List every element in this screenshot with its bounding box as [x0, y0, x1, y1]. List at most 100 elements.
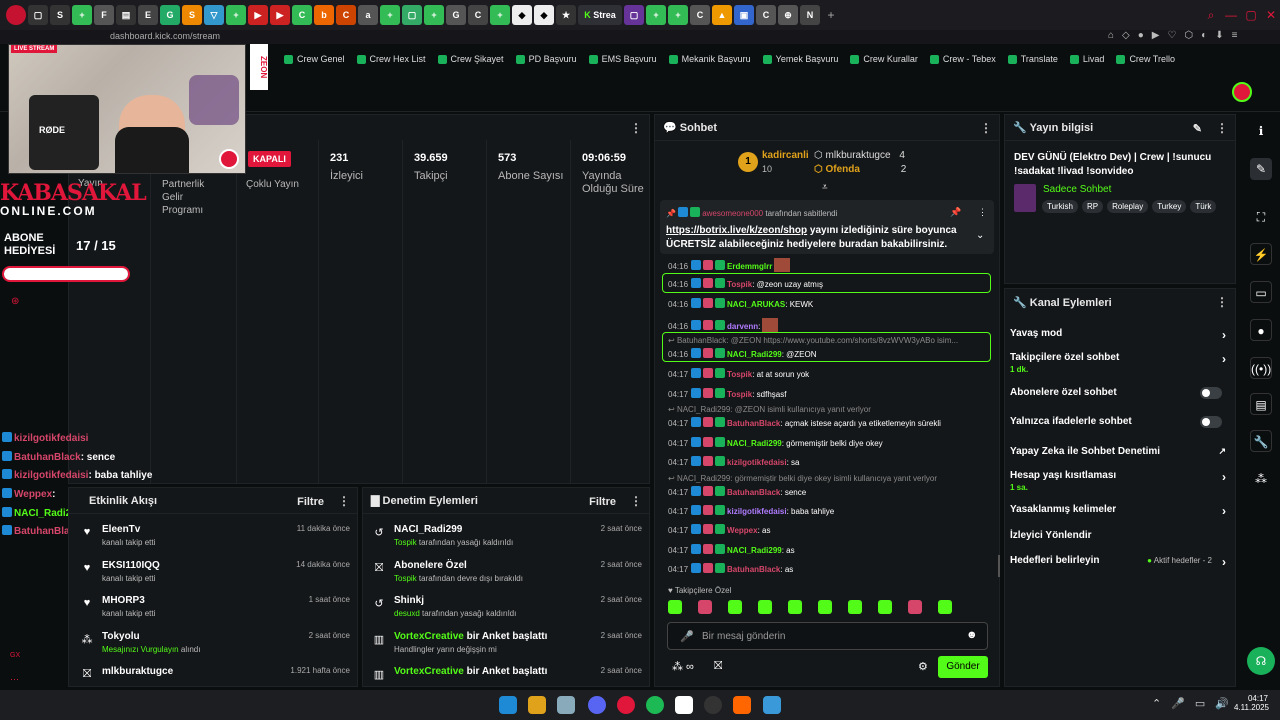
- emote-icon[interactable]: [668, 600, 682, 614]
- tab-icon[interactable]: ▢: [402, 5, 422, 25]
- clock[interactable]: 04:17 4.11.2025: [1234, 694, 1269, 712]
- top-gifter-1[interactable]: kadircanli: [762, 150, 809, 161]
- opera-logo-icon[interactable]: [6, 5, 26, 25]
- tab-icon[interactable]: ▢: [624, 5, 644, 25]
- tab-icon[interactable]: F: [94, 5, 114, 25]
- emote-bar[interactable]: [660, 600, 990, 617]
- gift-icon[interactable]: ⛝: [714, 660, 722, 673]
- channel-action-item[interactable]: Abonelere özel sohbet: [1010, 387, 1226, 399]
- reply-context[interactable]: ↩ BatuhanBlack: @ZEON https://www.youtub…: [668, 336, 958, 345]
- category-name[interactable]: Sadece Sohbet: [1043, 184, 1111, 195]
- bookmark-item[interactable]: EMS Başvuru: [588, 54, 657, 64]
- activity-menu-icon[interactable]: ⋮: [338, 494, 350, 508]
- channel-action-item[interactable]: Takipçilere özel sohbet 1 dk. ›: [1010, 352, 1226, 374]
- tab-icon[interactable]: ⊕: [778, 5, 798, 25]
- channel-action-item[interactable]: Hesap yaşı kısıtlaması 1 sa. ›: [1010, 470, 1226, 492]
- chat-username[interactable]: NACI_Radi299: [727, 350, 782, 359]
- support-icon[interactable]: ☊: [1247, 647, 1275, 675]
- edit-icon[interactable]: ✎: [1250, 158, 1272, 180]
- app-icon[interactable]: [557, 696, 575, 714]
- tab-icon[interactable]: ▽: [204, 5, 224, 25]
- tab-icon[interactable]: S: [182, 5, 202, 25]
- bookmark-item[interactable]: Crew - Tebex: [929, 54, 996, 64]
- tab-icon[interactable]: C: [292, 5, 312, 25]
- tab-icon[interactable]: E: [138, 5, 158, 25]
- close-icon[interactable]: ✕: [1262, 8, 1280, 22]
- bookmark-item[interactable]: Mekanik Başvuru: [668, 54, 751, 64]
- chat-username[interactable]: darvenn: [727, 322, 758, 331]
- stream-tag[interactable]: Türk: [1190, 200, 1217, 213]
- layout-icon[interactable]: ▤: [1250, 393, 1272, 415]
- bookmark-item[interactable]: PD Başvuru: [515, 54, 577, 64]
- emote-icon[interactable]: [908, 600, 922, 614]
- stream-info-menu-icon[interactable]: ⋮: [1216, 121, 1228, 135]
- tab-kick-stream[interactable]: K Strea: [578, 5, 622, 25]
- chat-username[interactable]: Tospik: [727, 280, 752, 289]
- channel-action-item[interactable]: Hedefleri belirleyin ● Aktif hedefler - 2…: [1010, 555, 1226, 569]
- chat-username[interactable]: BatuhanBlack: [727, 565, 780, 574]
- emote-icon[interactable]: [818, 600, 832, 614]
- chevron-down-icon[interactable]: ⌄: [976, 230, 984, 241]
- send-button[interactable]: Gönder: [938, 656, 988, 678]
- address-bar[interactable]: dashboard.kick.com/stream ⌂◇●▶♡⬡◐⬇≡: [0, 30, 1280, 44]
- stream-tag[interactable]: Turkish: [1042, 200, 1078, 213]
- tray-icons[interactable]: ⌃🎤▭🔊: [1152, 697, 1239, 710]
- chat-icon[interactable]: ●: [1250, 319, 1272, 341]
- moderation-filter-button[interactable]: Filtre: [589, 496, 616, 508]
- broadcast-icon[interactable]: ((•)): [1250, 357, 1272, 379]
- chat-username[interactable]: BatuhanBlack: [727, 419, 780, 428]
- tab-icon[interactable]: G: [446, 5, 466, 25]
- emote-icon[interactable]: [878, 600, 892, 614]
- tab-icon[interactable]: C: [690, 5, 710, 25]
- tab-icon[interactable]: +: [490, 5, 510, 25]
- expand-icon[interactable]: ⩡: [822, 182, 828, 193]
- emote-icon[interactable]: [938, 600, 952, 614]
- bookmark-item[interactable]: Livad: [1069, 54, 1104, 64]
- tab-icon[interactable]: C: [756, 5, 776, 25]
- channel-action-item[interactable]: Yalnızca ifadelerle sohbet: [1010, 416, 1226, 428]
- emote-icon[interactable]: [728, 600, 742, 614]
- bookmark-item[interactable]: Translate: [1007, 54, 1058, 64]
- tab-icon[interactable]: a: [358, 5, 378, 25]
- notepad-icon[interactable]: [763, 696, 781, 714]
- pin-icon[interactable]: 📌: [950, 207, 961, 218]
- bookmark-item[interactable]: Yemek Başvuru: [762, 54, 838, 64]
- chat-tools-icon[interactable]: ⁂ ∞: [672, 660, 694, 673]
- bookmark-item[interactable]: Crew Genel: [284, 54, 345, 64]
- settings-icon[interactable]: ⊛: [11, 296, 19, 307]
- chat-username[interactable]: Tospik: [727, 390, 752, 399]
- pinned-menu-icon[interactable]: ⋮: [978, 207, 987, 218]
- stream-tag[interactable]: Roleplay: [1107, 200, 1149, 213]
- tab-icon[interactable]: C: [336, 5, 356, 25]
- flash-icon[interactable]: ⚡: [1250, 243, 1272, 265]
- chat-scrollbar[interactable]: [998, 555, 1000, 577]
- emote-icon[interactable]: [758, 600, 772, 614]
- tab-icon[interactable]: ◆: [512, 5, 532, 25]
- chat-username[interactable]: Weppex: [727, 526, 758, 535]
- top-gifter-2[interactable]: ⬡ mlkburaktugce 4: [814, 150, 905, 161]
- tab-icon[interactable]: +: [380, 5, 400, 25]
- mic-icon[interactable]: 🎤: [680, 630, 694, 643]
- discord-icon[interactable]: [588, 696, 606, 714]
- tab-icon[interactable]: S: [50, 5, 70, 25]
- tab-icon[interactable]: +: [424, 5, 444, 25]
- chat-username[interactable]: NACI_Radi299: [727, 546, 782, 555]
- maximize-icon[interactable]: ▢: [1242, 8, 1260, 22]
- new-tab-icon[interactable]: +: [822, 8, 840, 22]
- chat-username[interactable]: Erdemmglrr: [727, 262, 772, 271]
- reply-context[interactable]: ↩ NACI_Radi299: görmemiştir belki diye o…: [668, 474, 937, 483]
- tab-icon[interactable]: +: [646, 5, 666, 25]
- search-icon[interactable]: ⌕: [1202, 8, 1220, 23]
- bookmark-item[interactable]: Crew Kurallar: [850, 54, 918, 64]
- chat-settings-icon[interactable]: ⚙: [918, 660, 928, 673]
- chat-username[interactable]: NACI_ARUKAS: [727, 300, 785, 309]
- minimize-icon[interactable]: —: [1222, 8, 1240, 22]
- url-text[interactable]: dashboard.kick.com/stream: [110, 31, 220, 41]
- channel-action-item[interactable]: Yapay Zeka ile Sohbet Denetimi ↗: [1010, 446, 1226, 457]
- file-explorer-icon[interactable]: [528, 696, 546, 714]
- apps-icon[interactable]: ⁂: [1250, 468, 1272, 490]
- chat-username[interactable]: NACI_Radi299: [727, 439, 782, 448]
- pinned-link[interactable]: https://botrix.live/k/zeon/shop: [666, 225, 807, 236]
- channel-action-item[interactable]: Yavaş mod ›: [1010, 328, 1226, 342]
- bookmark-item[interactable]: Crew Trello: [1116, 54, 1175, 64]
